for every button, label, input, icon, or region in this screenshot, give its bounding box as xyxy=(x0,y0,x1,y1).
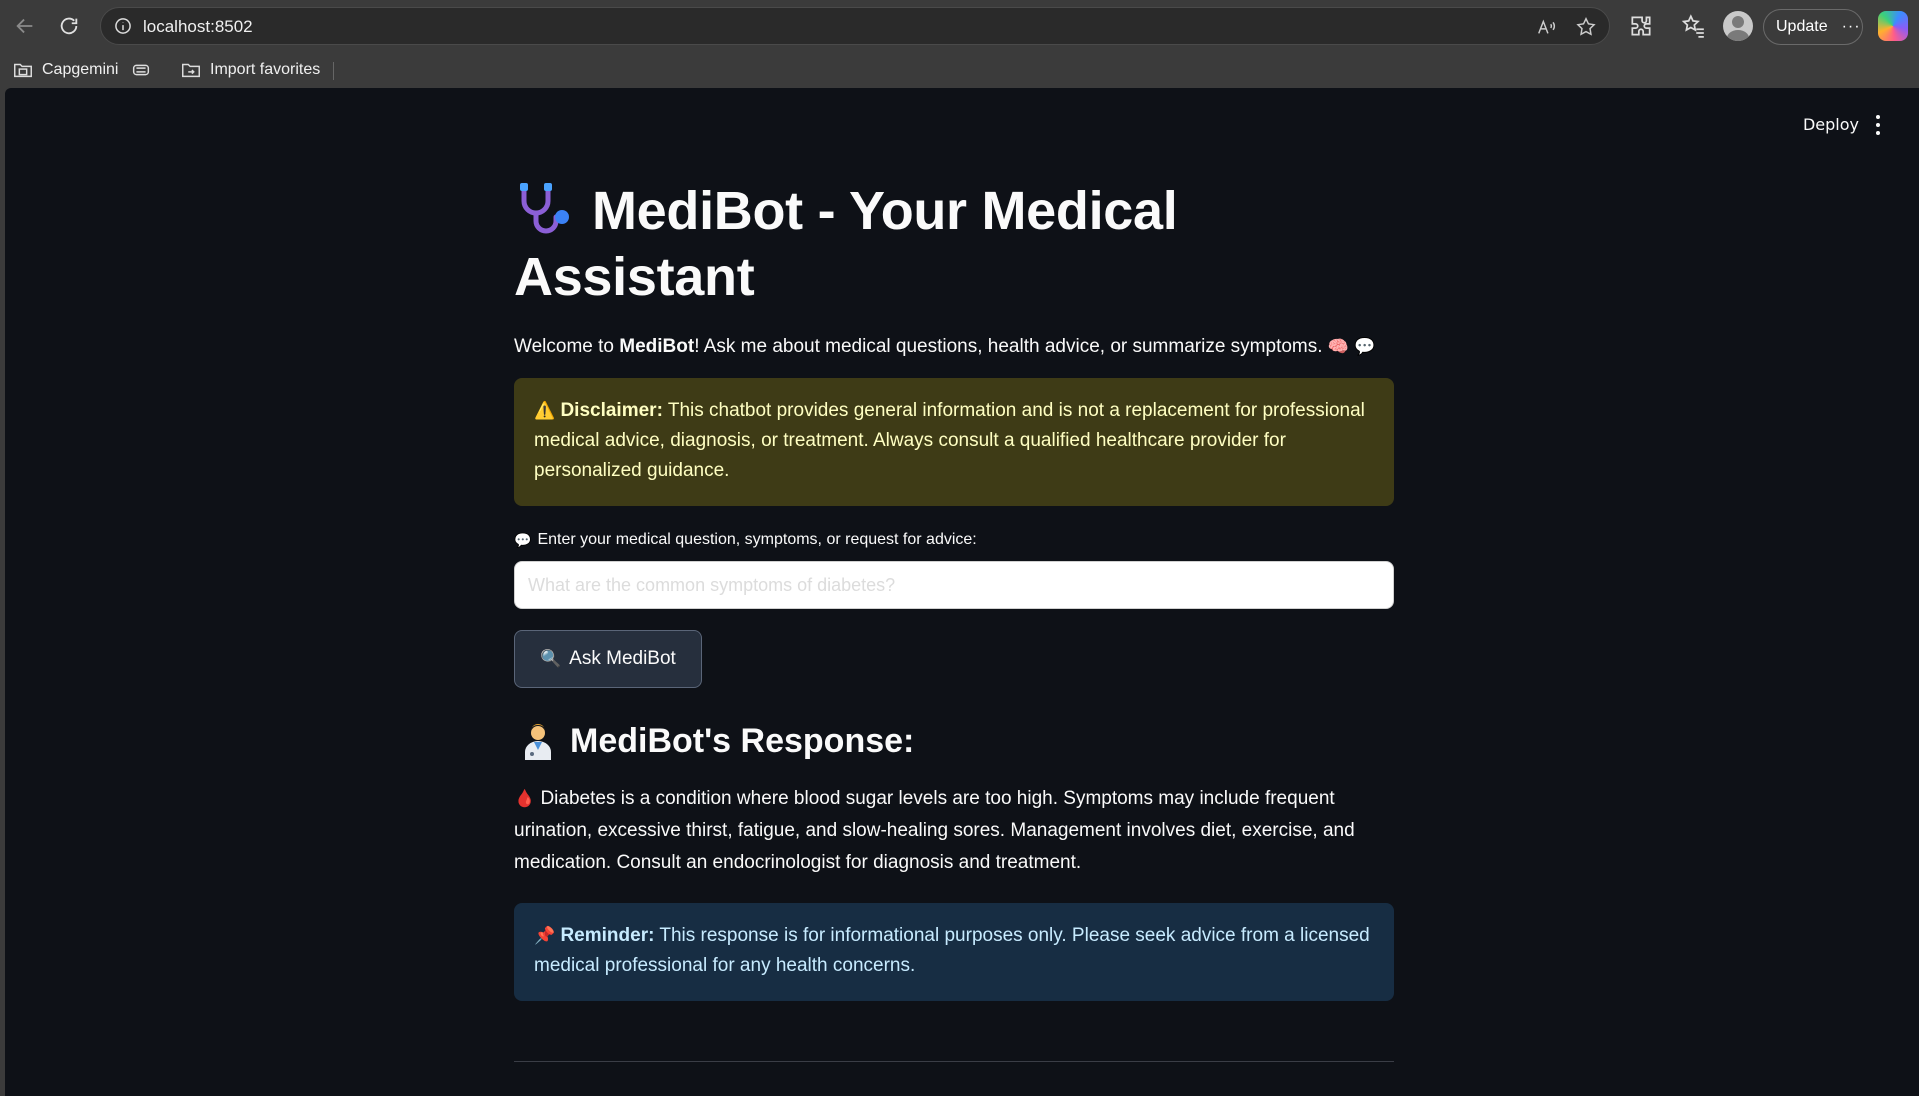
page-title: MediBot - Your Medical Assistant xyxy=(514,178,1394,310)
response-heading-text: MediBot's Response: xyxy=(570,722,915,760)
bookmark-divider xyxy=(333,62,334,80)
brain-icon: 🧠 xyxy=(1327,337,1349,356)
back-arrow-icon[interactable] xyxy=(8,9,42,43)
folder-icon xyxy=(14,63,32,78)
health-worker-icon xyxy=(525,723,551,760)
app-window: Deploy MediBot - Your Medical Assistant … xyxy=(5,88,1919,1096)
response-text: 🩸 Diabetes is a condition where blood su… xyxy=(514,783,1394,879)
refresh-icon[interactable] xyxy=(52,9,86,43)
question-input[interactable] xyxy=(514,561,1394,609)
reminder-label: Reminder: xyxy=(560,925,655,946)
response-body: Diabetes is a condition where blood suga… xyxy=(514,788,1355,873)
divider xyxy=(514,1061,1394,1062)
question-input-label: 💬 Enter your medical question, symptoms,… xyxy=(514,531,1394,549)
kebab-menu-icon[interactable] xyxy=(1875,115,1881,135)
bookmark-import-favorites[interactable]: Import favorites xyxy=(180,57,320,83)
bookmark-label: Capgemini xyxy=(42,61,119,78)
address-bar[interactable]: localhost:8502 xyxy=(100,7,1610,45)
more-icon[interactable]: ··· xyxy=(1842,18,1861,36)
welcome-bold: MediBot xyxy=(619,336,695,357)
ask-button-label: Ask MediBot xyxy=(569,648,676,669)
welcome-prefix: Welcome to xyxy=(514,336,620,357)
main-content: MediBot - Your Medical Assistant Welcome… xyxy=(514,178,1394,1062)
reminder-text: This response is for informational purpo… xyxy=(534,925,1370,976)
pushpin-icon: 📌 xyxy=(534,926,556,945)
disclaimer-label: Disclaimer: xyxy=(560,400,663,421)
browser-toolbar: localhost:8502 Update ··· xyxy=(0,0,1919,52)
response-heading: MediBot's Response: xyxy=(514,722,1394,761)
bookmark-capgemini[interactable]: Capgemini xyxy=(12,57,118,83)
drop-of-blood-icon: 🩸 xyxy=(514,789,536,808)
star-icon[interactable] xyxy=(1575,16,1597,38)
profile-icon[interactable] xyxy=(1723,11,1753,41)
ask-medibot-button[interactable]: 🔍 Ask MediBot xyxy=(514,630,702,688)
deploy-button[interactable]: Deploy xyxy=(1803,115,1859,134)
welcome-suffix: ! Ask me about medical questions, health… xyxy=(694,336,1323,357)
bookmarks-bar: Capgemini Import favorites xyxy=(0,52,1919,88)
disclaimer-alert: ⚠️ Disclaimer: This chatbot provides gen… xyxy=(514,378,1394,506)
update-label: Update xyxy=(1776,18,1828,35)
url-text[interactable]: localhost:8502 xyxy=(143,17,253,37)
warning-icon: ⚠️ xyxy=(534,401,556,420)
input-label-text: Enter your medical question, symptoms, o… xyxy=(537,531,977,548)
info-icon[interactable] xyxy=(113,16,133,36)
copilot-icon[interactable] xyxy=(1878,11,1908,41)
speech-bubble-icon: 💬 xyxy=(514,531,532,548)
update-button[interactable]: Update ··· xyxy=(1763,9,1863,45)
extensions-icon[interactable] xyxy=(1628,13,1654,39)
reminder-alert: 📌 Reminder: This response is for informa… xyxy=(514,903,1394,1001)
welcome-text: Welcome to MediBot! Ask me about medical… xyxy=(514,336,1394,358)
collections-icon[interactable] xyxy=(130,57,160,83)
stethoscope-icon xyxy=(520,183,569,234)
bookmark-label: Import favorites xyxy=(210,61,321,78)
folder-icon xyxy=(182,63,200,78)
magnifier-icon: 🔍 xyxy=(540,649,562,668)
page-title-text: MediBot - Your Medical Assistant xyxy=(514,181,1178,307)
speech-bubble-icon: 💬 xyxy=(1354,337,1376,356)
favorites-icon[interactable] xyxy=(1680,13,1706,39)
read-aloud-icon[interactable] xyxy=(1536,16,1558,38)
